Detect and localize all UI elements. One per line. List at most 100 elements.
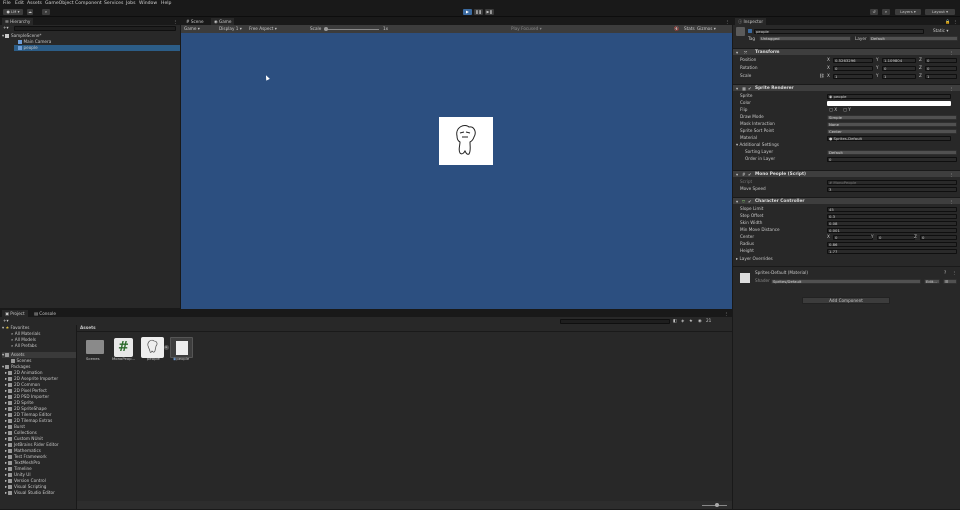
min-move-distance-field[interactable]: 0.001	[827, 227, 957, 233]
foldout-icon[interactable]: ▾	[736, 172, 738, 177]
menu-gameobject[interactable]: GameObject	[45, 1, 74, 6]
audio-mute-icon[interactable]: 🔇	[674, 26, 679, 31]
tab-game[interactable]: ◉ Game	[211, 18, 235, 25]
play-button[interactable]: ▶	[463, 9, 472, 15]
shader-menu-button[interactable]: ☰	[943, 278, 957, 284]
cloud-icon[interactable]: ☁	[27, 9, 33, 15]
hierarchy-item-people[interactable]: people	[14, 45, 180, 51]
visibility-icon[interactable]: ◉	[698, 318, 702, 323]
additional-settings-foldout[interactable]: ▾ Additional Settings	[736, 142, 779, 147]
stats-button[interactable]: Stats	[684, 26, 695, 31]
tree-all-prefabs[interactable]: ⌕ All Prefabs	[11, 343, 37, 349]
scale-y[interactable]: 1	[882, 73, 916, 79]
gizmos-dropdown[interactable]: Gizmos ▾	[697, 26, 716, 31]
menu-services[interactable]: Services	[104, 1, 123, 6]
mono-people-header[interactable]: ▾ # ✔ Mono People (Script) ⋮	[733, 170, 960, 177]
star-icon[interactable]: ★	[689, 318, 693, 323]
shader-dropdown[interactable]: Sprites/Default	[771, 278, 921, 284]
sorting-layer-dropdown[interactable]: Default	[827, 149, 957, 155]
hierarchy-search-input[interactable]	[14, 26, 176, 31]
account-button[interactable]: ● LM ▾	[3, 9, 23, 15]
breadcrumb[interactable]: Assets	[80, 325, 96, 330]
position-y[interactable]: 1.109804	[882, 57, 916, 63]
center-z[interactable]: 0	[920, 234, 957, 240]
folder-icon[interactable]	[86, 340, 104, 354]
color-swatch[interactable]	[827, 100, 951, 106]
layers-dropdown[interactable]: Layers ▾	[895, 9, 921, 15]
layout-dropdown[interactable]: Layout ▾	[925, 9, 955, 15]
lock-icon[interactable]: 🔒	[945, 19, 950, 24]
tag-dropdown[interactable]: Untagged	[759, 36, 851, 41]
component-menu-icon[interactable]: ⋮	[949, 86, 953, 91]
enabled-checkbox[interactable]: ✔	[748, 86, 752, 91]
more-icon[interactable]: ⋮	[953, 19, 957, 24]
center-x[interactable]: 0	[833, 234, 873, 240]
filter-type-icon[interactable]: ◧	[673, 318, 677, 323]
expand-arrow-icon[interactable]: ▸	[164, 345, 169, 350]
link-icon[interactable]: ⛓	[819, 73, 824, 78]
order-in-layer-field[interactable]: 0	[827, 156, 957, 162]
tab-project[interactable]: ▣ Project	[2, 310, 28, 317]
shader-edit-button[interactable]: Edit...	[924, 278, 940, 284]
project-search-input[interactable]	[560, 318, 670, 324]
active-checkbox[interactable]	[748, 29, 752, 33]
rotation-z[interactable]: 0	[925, 65, 957, 71]
thumbnail-size-slider-handle[interactable]	[715, 503, 719, 507]
foldout-icon[interactable]: ▾	[736, 199, 738, 204]
history-icon[interactable]: ↺	[870, 9, 878, 15]
people-sprite-thumbnail[interactable]	[170, 337, 193, 358]
component-menu-icon[interactable]: ⋮	[949, 199, 953, 204]
rotation-x[interactable]: 0	[833, 65, 873, 71]
material-field[interactable]: ● Sprites-Default	[827, 135, 951, 141]
layer-dropdown[interactable]: Default	[869, 36, 958, 41]
height-field[interactable]: 1.77	[827, 248, 957, 254]
sprite-sort-point-dropdown[interactable]: Center	[827, 128, 957, 134]
game-mode-dropdown[interactable]: Game ▾	[184, 26, 200, 31]
component-menu-icon[interactable]: ⋮	[949, 172, 953, 177]
scale-x[interactable]: 1	[833, 73, 873, 79]
csharp-script-icon[interactable]: #	[114, 338, 133, 357]
menu-help[interactable]: Help	[161, 1, 171, 6]
character-controller-header[interactable]: ▾ ⛉ ✔ Character Controller ⋮	[733, 197, 960, 204]
menu-jobs[interactable]: Jobs	[126, 1, 135, 6]
transform-header[interactable]: ▾ ⤧ Transform ⋮	[733, 48, 960, 55]
more-icon[interactable]: ⋮	[725, 19, 729, 24]
scale-z[interactable]: 1	[925, 73, 957, 79]
game-viewport[interactable]	[181, 33, 732, 309]
name-field[interactable]: people	[754, 28, 924, 34]
draw-mode-dropdown[interactable]: Simple	[827, 114, 957, 120]
search-icon[interactable]: ⌕	[882, 9, 890, 15]
center-y[interactable]: 0	[877, 234, 915, 240]
tree-package-item[interactable]: ▸ Visual Studio Editor	[5, 490, 55, 496]
add-component-button[interactable]: Add Component	[802, 297, 890, 304]
expand-icon[interactable]: ▾	[2, 33, 4, 38]
layer-overrides-foldout[interactable]: ▸ Layer Overrides	[736, 256, 773, 261]
people-sprite[interactable]	[439, 117, 493, 165]
tab-console[interactable]: ▤ Console	[31, 310, 59, 317]
menu-edit[interactable]: Edit	[15, 1, 24, 6]
add-icon[interactable]: +▾	[3, 25, 9, 30]
tab-inspector[interactable]: ⓘ Inspector	[735, 18, 767, 25]
flip-y-toggle[interactable]: ▢ Y	[843, 107, 851, 112]
help-icon[interactable]: ?	[944, 270, 946, 275]
move-speed-field[interactable]: 3	[827, 186, 957, 192]
menu-window[interactable]: Window	[139, 1, 157, 6]
play-focused-dropdown[interactable]: Play Focused ▾	[511, 26, 542, 31]
menu-file[interactable]: File	[3, 1, 11, 6]
menu-component[interactable]: Component	[75, 1, 102, 6]
component-menu-icon[interactable]: ⋮	[949, 50, 953, 55]
tab-scene[interactable]: # Scene	[183, 18, 207, 25]
search-icon[interactable]: ⌕	[42, 9, 50, 15]
add-icon[interactable]: +▾	[3, 318, 9, 323]
foldout-icon[interactable]: ▾	[736, 86, 738, 91]
position-x[interactable]: 0.5263296	[833, 57, 873, 63]
more-icon[interactable]: ⋮	[724, 311, 728, 316]
menu-assets[interactable]: Assets	[27, 1, 42, 6]
people-texture-thumbnail[interactable]	[141, 337, 164, 358]
enabled-checkbox[interactable]: ✔	[748, 172, 752, 177]
foldout-icon[interactable]: ▾	[736, 50, 738, 55]
scale-slider-handle[interactable]	[324, 27, 328, 31]
aspect-dropdown[interactable]: Free Aspect ▾	[249, 26, 277, 31]
radius-field[interactable]: 0.86	[827, 241, 957, 247]
component-menu-icon[interactable]: ⋮	[952, 270, 956, 275]
